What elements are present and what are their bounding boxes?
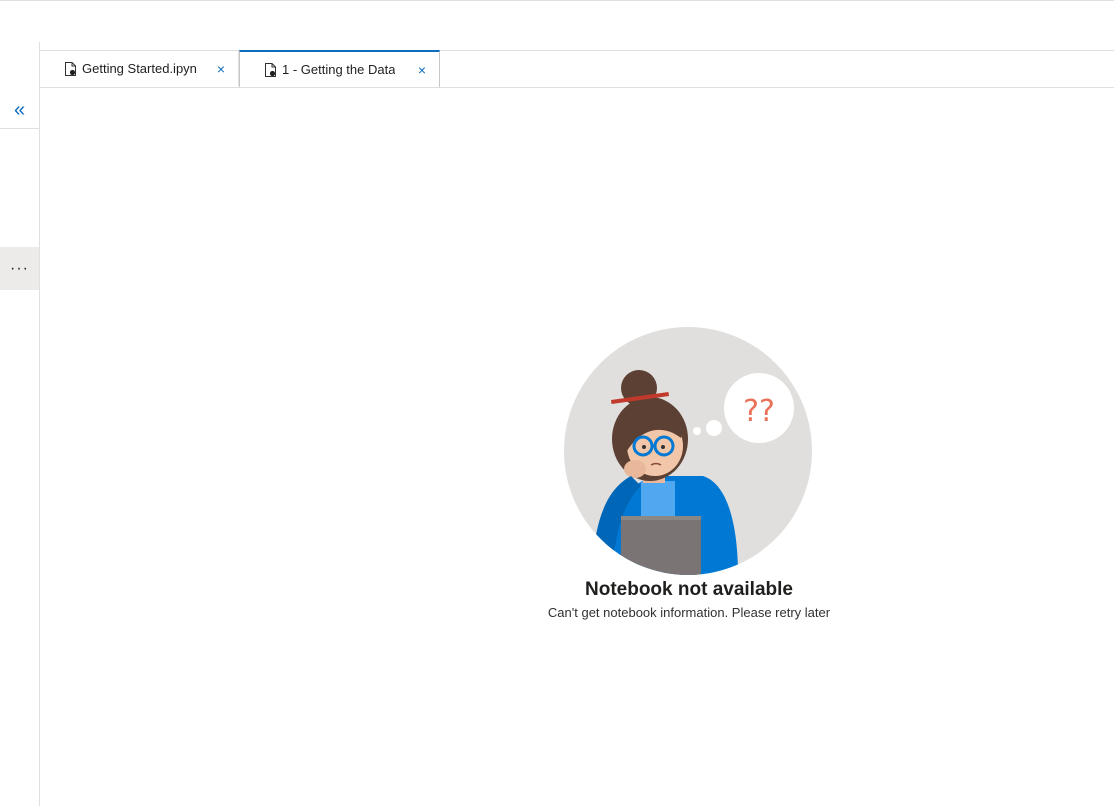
question-marks: ??: [743, 394, 775, 429]
collapse-rail-button[interactable]: «: [0, 92, 39, 129]
notebook-file-icon: [265, 62, 276, 77]
close-icon[interactable]: ×: [214, 61, 228, 77]
empty-state-message: Can't get notebook information. Please r…: [547, 605, 831, 620]
tab-getting-started[interactable]: Getting Started.ipyn ×: [40, 51, 239, 86]
confused-person-illustration: ??: [563, 326, 813, 576]
notebook-page: « ··· Getting Started.ipyn × 1 - Getting…: [0, 0, 1114, 806]
tab-getting-the-data[interactable]: 1 - Getting the Data ×: [239, 50, 440, 87]
left-rail: « ···: [0, 42, 40, 806]
more-options-button[interactable]: ···: [0, 247, 39, 290]
top-border: [0, 0, 1114, 1]
double-chevron-left-icon: «: [13, 98, 26, 121]
tab-strip: Getting Started.ipyn × 1 - Getting the D…: [40, 50, 1114, 88]
tab-label: Getting Started.ipyn: [82, 61, 197, 76]
ellipsis-icon: ···: [10, 259, 29, 277]
close-icon[interactable]: ×: [415, 62, 429, 78]
notebook-file-icon: [65, 61, 76, 76]
tab-label: 1 - Getting the Data: [282, 62, 396, 77]
empty-state-title: Notebook not available: [585, 579, 793, 600]
